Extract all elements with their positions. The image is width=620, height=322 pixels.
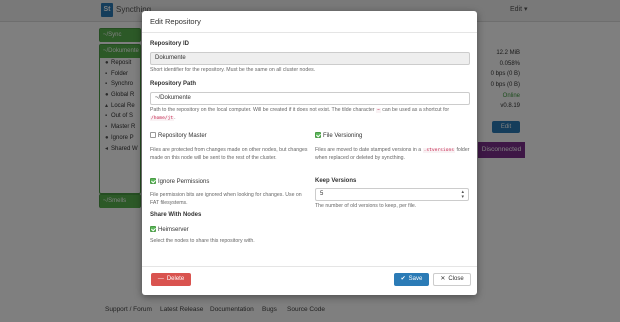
repo-master-help: Files are protected from changes made on… xyxy=(150,147,308,161)
ignore-permissions-checkbox[interactable]: Ignore Permissions xyxy=(150,178,209,185)
home-path-code: /home/jt xyxy=(150,115,175,121)
edit-repository-modal: Edit Repository Repository ID Dokumente … xyxy=(142,11,477,295)
checkbox-unchecked-icon[interactable] xyxy=(150,132,156,138)
keep-versions-label: Keep Versions xyxy=(315,178,357,184)
repo-path-input[interactable]: ~/Dokumente xyxy=(150,92,470,105)
repo-master-checkbox[interactable]: Repository Master xyxy=(150,132,207,139)
node-heimserver-checkbox[interactable]: Heimserver xyxy=(150,226,189,233)
repo-id-label: Repository ID xyxy=(150,41,190,47)
stepper-icon[interactable]: ▴ ▾ xyxy=(461,190,464,200)
repo-path-label: Repository Path xyxy=(150,81,197,87)
ignore-permissions-help: File permission bits are ignored when lo… xyxy=(150,192,302,206)
minus-icon: — xyxy=(157,276,164,282)
repo-id-help: Short identifier for the repository. Mus… xyxy=(150,67,316,73)
repo-id-input[interactable]: Dokumente xyxy=(150,52,470,65)
modal-header-divider xyxy=(142,32,477,33)
tilde-code: ~ xyxy=(375,108,381,113)
check-icon: ✔ xyxy=(400,276,406,282)
file-versioning-help: Files are moved to date stamped versions… xyxy=(315,147,470,161)
checkbox-checked-icon[interactable] xyxy=(315,132,321,138)
checkbox-checked-icon[interactable] xyxy=(150,226,156,232)
share-with-help: Select the nodes to share this repositor… xyxy=(150,238,255,244)
delete-button[interactable]: — Delete xyxy=(151,273,191,286)
file-versioning-checkbox[interactable]: File Versioning xyxy=(315,132,362,139)
share-with-label: Share With Nodes xyxy=(150,212,202,218)
close-icon: ✕ xyxy=(440,276,446,282)
save-button[interactable]: ✔ Save xyxy=(394,273,429,286)
modal-footer-divider xyxy=(142,266,477,267)
keep-versions-input[interactable]: 5 ▴ ▾ xyxy=(315,188,469,201)
close-button[interactable]: ✕ Close xyxy=(433,273,471,286)
stversions-code: .stversions xyxy=(422,148,455,153)
repo-path-help: Path to the repository on the local comp… xyxy=(150,107,450,121)
checkbox-checked-icon[interactable] xyxy=(150,178,156,184)
modal-title: Edit Repository xyxy=(150,17,201,26)
keep-versions-help: The number of old versions to keep, per … xyxy=(315,203,417,209)
